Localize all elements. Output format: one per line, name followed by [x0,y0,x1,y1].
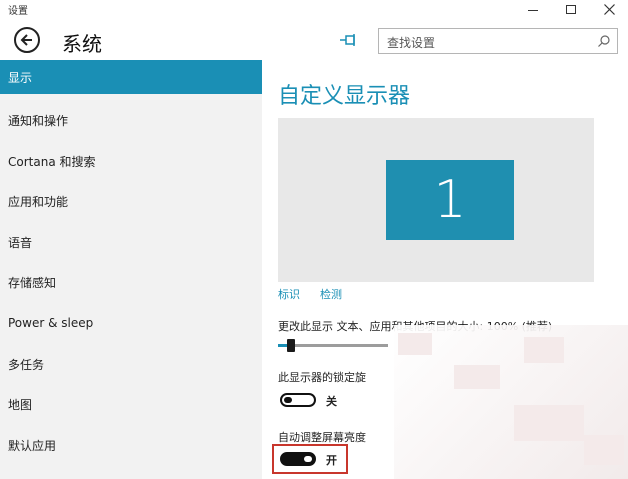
search-icon[interactable] [597,34,611,48]
display-preview: 1 [278,118,594,282]
auto-brightness-toggle[interactable] [280,452,316,466]
close-button[interactable] [594,0,624,18]
header: 系统 查找设置 [0,22,628,62]
sidebar-item-label: 存储感知 [8,275,57,290]
sidebar-item-multitasking[interactable]: 多任务 [0,347,262,381]
sidebar-item-label: 显示 [8,70,33,85]
lock-rotation-toggle[interactable] [280,393,316,407]
watermark-overlay [394,325,628,479]
detect-link[interactable]: 检测 [320,286,342,302]
maximize-icon [566,4,576,14]
watermark-tile [514,405,584,441]
auto-brightness-state: 开 [326,454,337,467]
search-box[interactable]: 查找设置 [378,28,618,54]
section-title: 自定义显示器 [278,84,411,109]
main-content: 自定义显示器 1 标识 检测 更改此显示 文本、应用和其他项目的大小: 100%… [262,60,628,479]
watermark-tile [454,365,500,389]
close-icon [603,3,615,15]
sidebar-item-storage[interactable]: 存储感知 [0,265,262,299]
sidebar-item-label: 通知和操作 [8,113,69,128]
sidebar-item-notifications[interactable]: 通知和操作 [0,103,262,137]
sidebar-item-power[interactable]: Power & sleep [0,306,262,340]
watermark-tile [584,435,624,465]
sidebar-item-cortana[interactable]: Cortana 和搜索 [0,144,262,178]
back-button[interactable] [14,27,40,53]
sidebar-item-apps[interactable]: 应用和功能 [0,184,262,218]
sidebar-item-label: 多任务 [8,357,45,372]
minimize-button[interactable] [518,0,548,18]
scale-slider-thumb[interactable] [287,339,295,352]
window-title: 设置 [8,6,28,17]
title-bar: 设置 [0,0,628,18]
toggle-knob [304,456,312,462]
sidebar-item-label: 语音 [8,235,33,250]
lock-rotation-state: 关 [326,395,337,408]
search-input[interactable]: 查找设置 [387,34,435,51]
sidebar-item-label: 地图 [8,397,33,412]
page-title: 系统 [62,32,102,56]
sidebar-item-label: 默认应用 [8,438,57,453]
back-arrow-icon [20,34,32,46]
lock-rotation-label: 此显示器的锁定旋 [278,371,366,384]
watermark-tile [524,337,564,363]
sidebar: 显示 通知和操作 Cortana 和搜索 应用和功能 语音 存储感知 Power… [0,60,262,479]
scale-slider-fill [278,344,287,347]
sidebar-item-default-apps[interactable]: 默认应用 [0,428,262,462]
watermark-tile [398,333,432,355]
sidebar-item-maps[interactable]: 地图 [0,387,262,421]
toggle-knob [284,397,292,403]
maximize-button[interactable] [556,0,586,18]
sidebar-item-display[interactable]: 显示 [0,60,262,94]
monitor-1[interactable]: 1 [386,160,514,240]
monitor-number: 1 [433,170,467,230]
minimize-icon [528,9,538,11]
sidebar-item-speech[interactable]: 语音 [0,225,262,259]
sidebar-item-label: Cortana 和搜索 [8,154,96,169]
pin-icon [340,34,355,46]
sidebar-item-label: 应用和功能 [8,194,69,209]
auto-brightness-label: 自动调整屏幕亮度 [278,431,366,444]
pin-button[interactable] [338,30,358,50]
sidebar-item-label: Power & sleep [8,316,94,330]
identify-link[interactable]: 标识 [278,286,300,302]
scale-slider[interactable] [278,339,388,352]
